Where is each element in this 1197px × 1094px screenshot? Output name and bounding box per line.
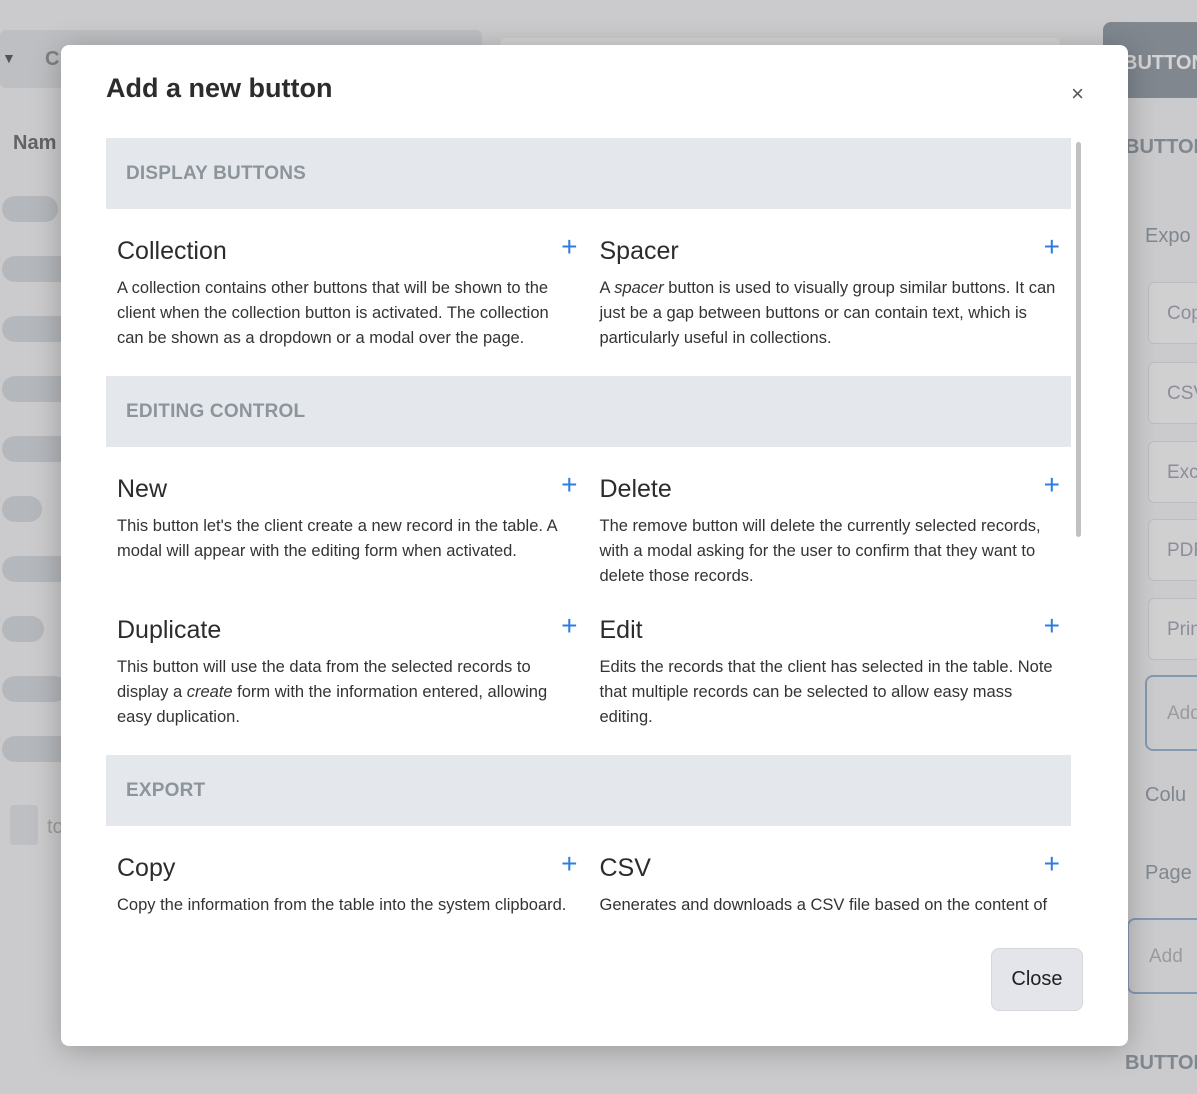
option-title: Edit bbox=[599, 616, 643, 644]
add-icon[interactable]: + bbox=[1044, 850, 1060, 878]
option-description: This button let's the client create a ne… bbox=[117, 517, 557, 560]
add-icon[interactable]: + bbox=[561, 850, 577, 878]
option-title: New bbox=[117, 475, 168, 503]
button-list-scroll-area[interactable]: DISPLAY BUTTONS Collection + A collectio… bbox=[106, 138, 1083, 918]
add-icon[interactable]: + bbox=[561, 471, 577, 499]
modal-title: Add a new button bbox=[106, 73, 333, 103]
scrollbar[interactable] bbox=[1073, 138, 1083, 918]
button-option-edit[interactable]: Edit + Edits the records that the client… bbox=[589, 602, 1072, 743]
option-description: Generates and downloads a CSV file based… bbox=[599, 896, 1048, 914]
add-icon[interactable]: + bbox=[1044, 612, 1060, 640]
button-option-copy[interactable]: Copy + Copy the information from the tab… bbox=[106, 840, 589, 918]
option-description: The remove button will delete the curren… bbox=[599, 517, 1041, 585]
section-header-editing-control: EDITING CONTROL bbox=[106, 376, 1071, 447]
option-description: Edits the records that the client has se… bbox=[599, 658, 1053, 726]
close-icon[interactable]: × bbox=[1071, 83, 1084, 105]
option-description: This button will use the data from the s… bbox=[117, 658, 548, 726]
button-option-collection[interactable]: Collection + A collection contains other… bbox=[106, 223, 589, 364]
add-button-modal: Add a new button × DISPLAY BUTTONS Colle… bbox=[61, 45, 1128, 1046]
section-grid: Collection + A collection contains other… bbox=[106, 209, 1071, 376]
button-list: DISPLAY BUTTONS Collection + A collectio… bbox=[106, 138, 1071, 918]
section-grid: New + This button let's the client creat… bbox=[106, 447, 1071, 755]
section-header-display-buttons: DISPLAY BUTTONS bbox=[106, 138, 1071, 209]
option-description: A spacer button is used to visually grou… bbox=[599, 279, 1056, 347]
section-header-export: EXPORT bbox=[106, 755, 1071, 826]
add-icon[interactable]: + bbox=[561, 612, 577, 640]
button-option-csv[interactable]: CSV + Generates and downloads a CSV file… bbox=[589, 840, 1072, 918]
option-title: Collection bbox=[117, 237, 227, 265]
button-option-duplicate[interactable]: Duplicate + This button will use the dat… bbox=[106, 602, 589, 743]
option-description: Copy the information from the table into… bbox=[117, 896, 567, 914]
scrollbar-thumb[interactable] bbox=[1076, 142, 1081, 537]
add-icon[interactable]: + bbox=[1044, 233, 1060, 261]
option-title: Delete bbox=[599, 475, 672, 503]
section-grid: Copy + Copy the information from the tab… bbox=[106, 826, 1071, 918]
button-option-new[interactable]: New + This button let's the client creat… bbox=[106, 461, 589, 602]
close-button[interactable]: Close bbox=[991, 948, 1083, 1011]
add-icon[interactable]: + bbox=[561, 233, 577, 261]
button-option-spacer[interactable]: Spacer + A spacer button is used to visu… bbox=[589, 223, 1072, 364]
option-title: Duplicate bbox=[117, 616, 222, 644]
button-option-delete[interactable]: Delete + The remove button will delete t… bbox=[589, 461, 1072, 602]
option-title: Spacer bbox=[599, 237, 679, 265]
option-title: CSV bbox=[599, 854, 651, 882]
add-icon[interactable]: + bbox=[1044, 471, 1060, 499]
option-description: A collection contains other buttons that… bbox=[117, 279, 549, 347]
option-title: Copy bbox=[117, 854, 176, 882]
